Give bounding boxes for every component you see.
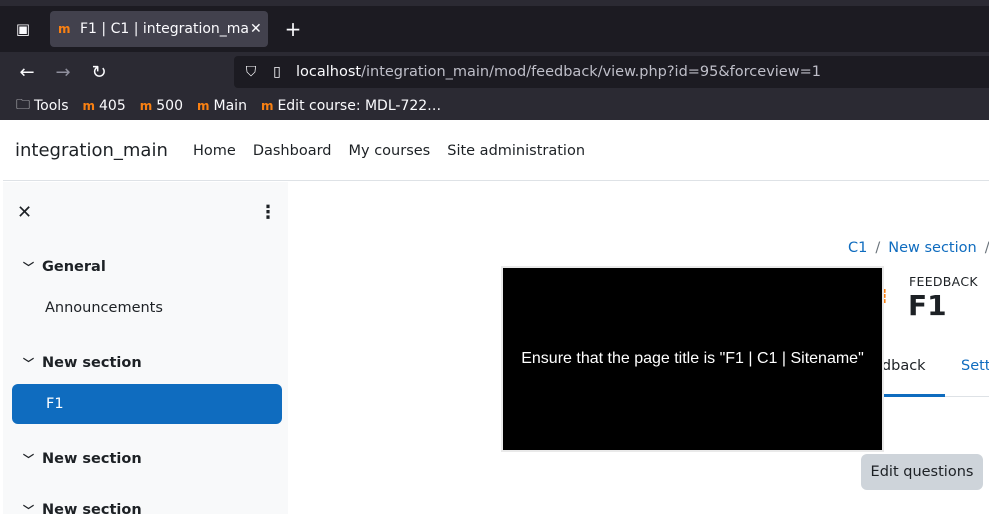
nav-site-administration[interactable]: Site administration [447, 143, 585, 159]
nav-dashboard[interactable]: Dashboard [253, 143, 332, 159]
module-type-label: FEEDBACK [909, 274, 978, 289]
site-header: integration_main Home Dashboard My cours… [3, 121, 989, 181]
chevron-down-icon: ﹀ [23, 261, 34, 274]
bookmark-label: Tools [34, 98, 69, 114]
instruction-overlay: Ensure that the page title is "F1 | C1 |… [503, 268, 882, 450]
primary-navigation: Home Dashboard My courses Site administr… [193, 143, 602, 159]
close-drawer-icon[interactable]: ✕ [17, 202, 32, 223]
chevron-down-icon: ﹀ [23, 453, 34, 466]
tab-list-icon[interactable]: ▣ [12, 18, 34, 40]
breadcrumb-separator: / [985, 240, 989, 256]
moodle-favicon-icon: m [260, 99, 274, 113]
tab-title: F1 | C1 | integration_main [80, 21, 248, 37]
section-header-general[interactable]: ﹀ General [23, 259, 106, 275]
overlay-text: Ensure that the page title is "F1 | C1 |… [521, 350, 864, 367]
folder-icon: 🗀 [16, 97, 30, 113]
tab-settings[interactable]: Sett [961, 358, 989, 374]
new-tab-icon[interactable]: + [282, 17, 304, 41]
bookmark-label: 500 [156, 98, 183, 114]
breadcrumb-separator: / [875, 240, 881, 256]
moodle-favicon-icon: m [139, 99, 153, 113]
page-info-icon[interactable]: ▯ [264, 64, 290, 80]
reload-icon[interactable]: ↻ [87, 60, 111, 84]
drawer-item-label: F1 [46, 396, 64, 412]
breadcrumb: C1 / New section / [848, 240, 989, 256]
navigation-toolbar: ← → ↻ ⛉ ▯ localhost/integration_main/mod… [0, 52, 989, 92]
bookmark-tools[interactable]: 🗀 Tools [16, 94, 69, 118]
close-tab-icon[interactable]: ✕ [250, 21, 262, 37]
bookmark-main[interactable]: m Main [197, 98, 247, 114]
section-header-new-section[interactable]: ﹀ New section [23, 502, 142, 514]
page-title: F1 [908, 289, 947, 322]
moodle-favicon-icon: m [58, 22, 71, 36]
breadcrumb-c1[interactable]: C1 [848, 240, 867, 256]
bookmark-label: 405 [99, 98, 126, 114]
section-header-new-section[interactable]: ﹀ New section [23, 355, 142, 371]
nav-my-courses[interactable]: My courses [349, 143, 431, 159]
shield-icon[interactable]: ⛉ [238, 64, 264, 80]
bookmark-500[interactable]: m 500 [140, 98, 183, 114]
address-bar[interactable]: ⛉ ▯ localhost/integration_main/mod/feedb… [234, 56, 989, 88]
forward-arrow-icon[interactable]: → [51, 60, 75, 84]
back-arrow-icon[interactable]: ← [15, 60, 39, 84]
chevron-down-icon: ﹀ [23, 504, 34, 514]
course-index-drawer: ✕ ⋮ ﹀ General Announcements ﹀ New sectio… [3, 182, 288, 514]
breadcrumb-new-section[interactable]: New section [888, 240, 976, 256]
bookmarks-bar: 🗀 Tools m 405 m 500 m Main m Edit course: MDL… [0, 92, 989, 120]
section-title: General [42, 259, 106, 275]
bookmark-edit-course[interactable]: m Edit course: MDL-722… [261, 98, 441, 114]
browser-tab[interactable]: m F1 | C1 | integration_main ✕ [50, 11, 268, 47]
active-tab-indicator [873, 394, 945, 397]
moodle-favicon-icon: m [82, 99, 96, 113]
chevron-down-icon: ﹀ [23, 357, 34, 370]
url-path: /integration_main/mod/feedback/view.php?… [361, 64, 821, 80]
moodle-favicon-icon: m [197, 99, 210, 113]
section-title: New section [42, 502, 142, 514]
drawer-item-announcements[interactable]: Announcements [45, 300, 163, 316]
bookmark-label: Edit course: MDL-722… [277, 98, 442, 114]
drawer-item-f1[interactable]: F1 [12, 384, 282, 424]
nav-home[interactable]: Home [193, 143, 236, 159]
bookmark-label: Main [213, 98, 247, 114]
url-text: localhost/integration_main/mod/feedback/… [296, 64, 821, 80]
site-name[interactable]: integration_main [15, 140, 168, 161]
kebab-menu-icon[interactable]: ⋮ [259, 202, 277, 223]
bookmark-405[interactable]: m 405 [83, 98, 126, 114]
tab-bar: ▣ m F1 | C1 | integration_main ✕ + [0, 6, 989, 52]
section-header-new-section[interactable]: ﹀ New section [23, 451, 142, 467]
section-title: New section [42, 355, 142, 371]
section-title: New section [42, 451, 142, 467]
url-host: localhost [296, 64, 362, 80]
edit-questions-button[interactable]: Edit questions [861, 454, 983, 490]
